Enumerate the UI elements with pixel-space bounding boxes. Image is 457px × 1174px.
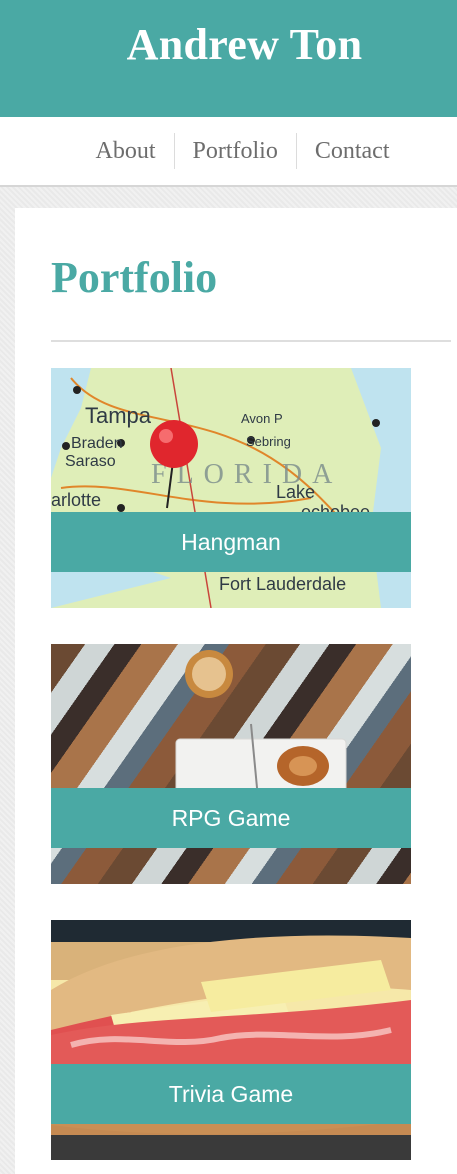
- sandwich-image: [51, 920, 411, 1160]
- map-label-braden: Braden: [71, 435, 123, 452]
- map-pin-icon: [150, 420, 198, 468]
- portfolio-item-label[interactable]: Trivia Game: [51, 1064, 411, 1124]
- portfolio-item-rpg-game[interactable]: RPG Game: [51, 644, 411, 884]
- map-label-fort-lauderdale: Fort Lauderdale: [219, 574, 346, 594]
- page-title: Portfolio: [51, 253, 218, 302]
- nav-item-portfolio[interactable]: Portfolio: [173, 133, 296, 169]
- portfolio-item-label[interactable]: Hangman: [51, 512, 411, 572]
- portfolio-item-hangman[interactable]: Tampa Braden Saraso FLORIDA Lake echobee…: [51, 368, 411, 608]
- map-label-sebring: Sebring: [246, 434, 291, 449]
- portfolio-item-trivia-game[interactable]: Trivia Game: [51, 920, 411, 1160]
- site-title[interactable]: Andrew Ton: [95, 19, 363, 70]
- map-label-tampa: Tampa: [85, 403, 152, 428]
- site-header: Andrew Ton: [0, 0, 457, 117]
- florida-map-image: Tampa Braden Saraso FLORIDA Lake echobee…: [51, 368, 411, 608]
- map-label-charlotte: arlotte: [51, 490, 101, 510]
- coffee-table-image: [51, 644, 411, 884]
- content-panel: Portfolio Tampa Braden Saraso FLORIDA La…: [15, 208, 457, 1174]
- nav-item-about[interactable]: About: [78, 133, 174, 169]
- map-label-lake: Lake: [276, 482, 315, 502]
- portfolio-item-label[interactable]: RPG Game: [51, 788, 411, 848]
- divider: [51, 340, 451, 342]
- map-label-saraso: Saraso: [65, 453, 116, 470]
- nav-item-contact[interactable]: Contact: [295, 133, 408, 169]
- map-label-avon-park: Avon P: [241, 411, 283, 426]
- main-nav: About Portfolio Contact: [0, 117, 457, 187]
